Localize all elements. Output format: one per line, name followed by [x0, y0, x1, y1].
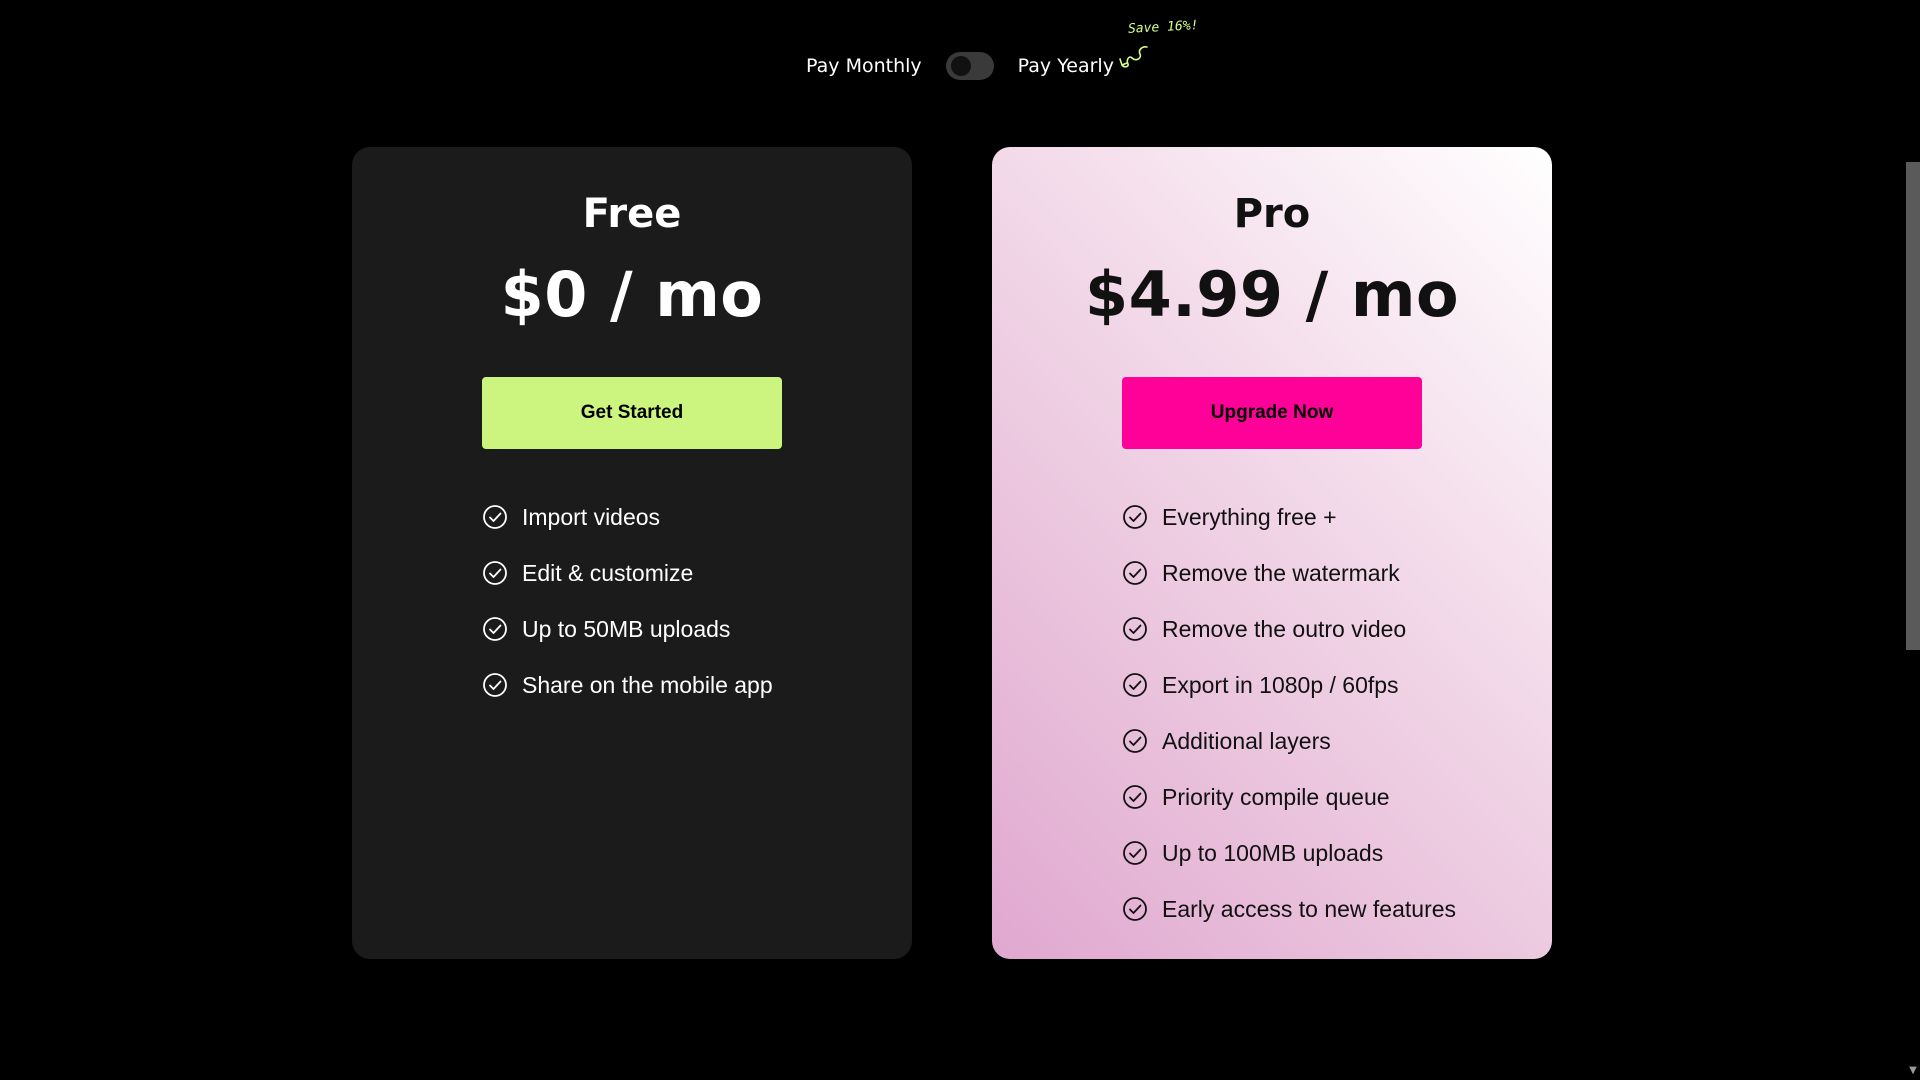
- squiggle-arrow-icon: [1118, 46, 1148, 68]
- check-circle-icon: [1123, 785, 1147, 809]
- feature-text: Remove the outro video: [1162, 615, 1407, 642]
- feature-item: Early access to new features: [1122, 881, 1552, 937]
- check-circle-icon: [1123, 841, 1147, 865]
- plan-price: $0 / mo: [500, 258, 764, 331]
- feature-list: Import videos Edit & customize Up to 50M…: [352, 489, 912, 713]
- pricing-page: Pay Monthly Pay Yearly Save 16%! Free $0…: [0, 0, 1920, 1080]
- feature-list: Everything free + Remove the watermark R…: [992, 489, 1552, 937]
- feature-item: Everything free +: [1122, 489, 1552, 545]
- pay-yearly-wrapper: Pay Yearly Save 16%!: [1018, 18, 1199, 86]
- check-circle-icon: [1123, 561, 1147, 585]
- billing-switch[interactable]: [945, 52, 994, 80]
- check-circle-icon: [1123, 505, 1147, 529]
- pay-monthly-label[interactable]: Pay Monthly: [806, 46, 922, 86]
- check-circle-icon: [483, 617, 507, 641]
- feature-item: Remove the watermark: [1122, 545, 1552, 601]
- plan-price: $4.99 / mo: [1084, 258, 1460, 331]
- plan-name: Free: [582, 191, 682, 237]
- feature-item: Import videos: [482, 489, 912, 545]
- check-circle-icon: [483, 561, 507, 585]
- check-circle-icon: [483, 673, 507, 697]
- switch-knob: [950, 56, 971, 76]
- pay-yearly-label[interactable]: Pay Yearly: [1018, 46, 1114, 86]
- feature-item: Edit & customize: [482, 545, 912, 601]
- vertical-scrollbar[interactable]: ▼: [1903, 0, 1920, 1080]
- feature-text: Import videos: [522, 503, 661, 530]
- check-circle-icon: [483, 505, 507, 529]
- feature-text: Remove the watermark: [1162, 559, 1400, 586]
- plan-name: Pro: [1233, 191, 1311, 237]
- feature-text: Export in 1080p / 60fps: [1162, 671, 1399, 698]
- feature-item: Remove the outro video: [1122, 601, 1552, 657]
- check-circle-icon: [1123, 729, 1147, 753]
- billing-toggle: Pay Monthly Pay Yearly Save 16%!: [0, 18, 1920, 86]
- feature-item: Share on the mobile app: [482, 657, 912, 713]
- pro-plan-card: Pro $4.99 / mo Upgrade Now Everything fr…: [992, 147, 1552, 959]
- feature-item: Up to 50MB uploads: [482, 601, 912, 657]
- upgrade-now-button[interactable]: Upgrade Now: [1122, 377, 1422, 449]
- feature-text: Additional layers: [1162, 727, 1331, 754]
- feature-text: Edit & customize: [522, 559, 694, 586]
- save-note: Save 16%!: [1127, 18, 1199, 37]
- feature-text: Priority compile queue: [1162, 783, 1390, 810]
- feature-text: Up to 50MB uploads: [522, 615, 731, 642]
- check-circle-icon: [1123, 673, 1147, 697]
- feature-text: Early access to new features: [1162, 895, 1457, 922]
- scroll-thumb[interactable]: [1906, 162, 1920, 650]
- check-circle-icon: [1123, 897, 1147, 921]
- feature-text: Up to 100MB uploads: [1162, 839, 1384, 866]
- feature-item: Priority compile queue: [1122, 769, 1552, 825]
- check-circle-icon: [1123, 617, 1147, 641]
- feature-text: Everything free +: [1162, 503, 1337, 530]
- scroll-down-arrow-icon[interactable]: ▼: [1906, 1064, 1920, 1078]
- feature-text: Share on the mobile app: [522, 671, 773, 698]
- free-plan-card: Free $0 / mo Get Started Import videos E…: [352, 147, 912, 959]
- get-started-button[interactable]: Get Started: [482, 377, 782, 449]
- feature-item: Up to 100MB uploads: [1122, 825, 1552, 881]
- feature-item: Export in 1080p / 60fps: [1122, 657, 1552, 713]
- feature-item: Additional layers: [1122, 713, 1552, 769]
